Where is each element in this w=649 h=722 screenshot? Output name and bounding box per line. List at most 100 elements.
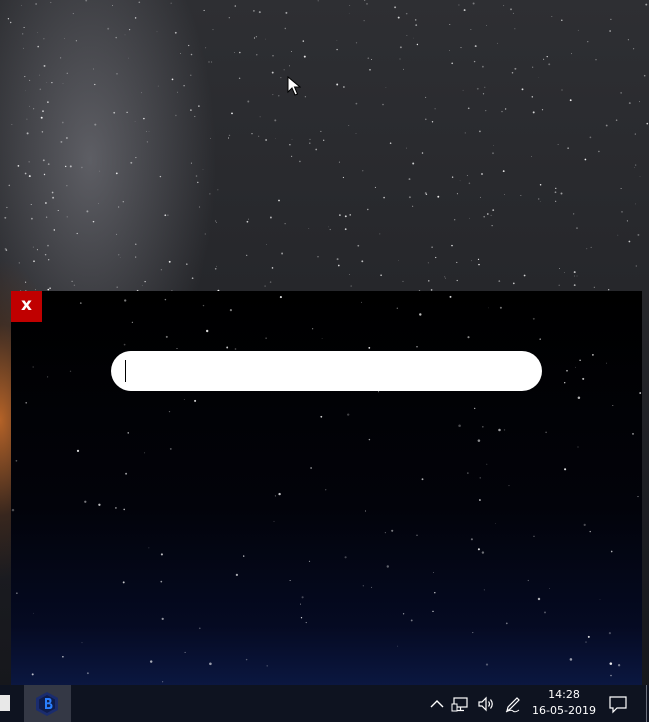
star bbox=[635, 265, 637, 267]
star bbox=[202, 304, 205, 307]
star bbox=[433, 572, 434, 573]
star bbox=[432, 610, 434, 613]
star bbox=[463, 9, 466, 12]
star bbox=[485, 663, 489, 666]
search-box[interactable] bbox=[111, 351, 542, 391]
star bbox=[97, 203, 99, 204]
star bbox=[25, 401, 28, 404]
star bbox=[52, 196, 55, 199]
star bbox=[424, 192, 427, 194]
star bbox=[317, 256, 319, 258]
star bbox=[167, 214, 169, 216]
clock-time: 14:28 bbox=[548, 688, 580, 701]
star bbox=[50, 1, 52, 4]
star bbox=[569, 658, 573, 661]
star bbox=[17, 165, 20, 167]
star bbox=[162, 681, 164, 683]
star bbox=[281, 252, 284, 255]
taskbar-app-button[interactable] bbox=[24, 685, 71, 722]
star bbox=[367, 208, 369, 211]
star bbox=[539, 201, 541, 202]
star bbox=[406, 35, 408, 37]
star bbox=[215, 220, 217, 222]
star bbox=[561, 89, 563, 91]
star bbox=[194, 399, 197, 402]
star bbox=[190, 74, 192, 76]
star bbox=[386, 565, 389, 568]
star bbox=[308, 560, 311, 563]
star bbox=[168, 410, 171, 413]
star bbox=[148, 547, 150, 549]
star bbox=[391, 529, 394, 532]
star bbox=[123, 508, 126, 511]
star bbox=[161, 617, 164, 621]
star bbox=[470, 29, 472, 30]
star bbox=[123, 343, 126, 346]
star bbox=[144, 281, 146, 283]
star bbox=[532, 317, 535, 320]
star bbox=[456, 193, 458, 195]
star bbox=[412, 162, 415, 165]
star bbox=[265, 139, 267, 141]
star bbox=[347, 413, 350, 416]
star bbox=[539, 183, 542, 186]
network-icon[interactable] bbox=[451, 694, 471, 714]
chevron-up-icon[interactable] bbox=[427, 694, 447, 714]
pen-icon[interactable] bbox=[503, 694, 523, 714]
star bbox=[22, 33, 24, 35]
volume-icon[interactable] bbox=[476, 694, 496, 714]
star bbox=[584, 158, 587, 161]
star bbox=[468, 182, 471, 185]
star bbox=[589, 530, 591, 533]
close-button[interactable]: x bbox=[11, 291, 42, 322]
star bbox=[481, 173, 483, 175]
star bbox=[364, 0, 366, 1]
search-input[interactable] bbox=[123, 355, 527, 389]
star bbox=[492, 152, 494, 155]
star bbox=[245, 658, 248, 661]
star bbox=[585, 641, 587, 643]
star bbox=[365, 510, 367, 512]
star bbox=[86, 210, 89, 213]
star bbox=[355, 42, 358, 44]
star bbox=[627, 39, 629, 41]
star bbox=[383, 196, 385, 199]
star bbox=[564, 271, 565, 273]
star bbox=[497, 42, 498, 44]
star bbox=[384, 532, 386, 534]
notifications-icon[interactable] bbox=[608, 694, 628, 714]
star bbox=[300, 603, 301, 605]
star bbox=[342, 176, 344, 179]
star bbox=[481, 551, 485, 554]
star bbox=[555, 200, 557, 202]
star bbox=[467, 336, 470, 339]
show-desktop-button[interactable] bbox=[646, 685, 647, 722]
star bbox=[549, 588, 550, 589]
star bbox=[599, 598, 601, 600]
star bbox=[498, 280, 501, 282]
star bbox=[311, 328, 314, 330]
star bbox=[302, 40, 305, 42]
star bbox=[635, 164, 637, 166]
star bbox=[608, 632, 611, 635]
star bbox=[575, 366, 576, 368]
star bbox=[160, 553, 163, 556]
star bbox=[238, 51, 241, 54]
star bbox=[382, 103, 384, 106]
system-clock[interactable]: 14:28 16-05-2019 bbox=[528, 687, 600, 720]
file-explorer-icon[interactable] bbox=[0, 695, 10, 711]
star bbox=[458, 424, 461, 427]
star bbox=[367, 57, 370, 60]
star bbox=[29, 105, 30, 107]
star bbox=[449, 50, 450, 51]
star bbox=[355, 102, 358, 105]
star bbox=[371, 58, 373, 60]
star bbox=[18, 262, 20, 264]
star bbox=[378, 391, 380, 393]
star bbox=[643, 74, 646, 77]
star bbox=[320, 415, 323, 418]
star bbox=[620, 188, 622, 190]
star bbox=[431, 246, 433, 248]
star bbox=[129, 29, 131, 31]
star bbox=[357, 244, 360, 247]
